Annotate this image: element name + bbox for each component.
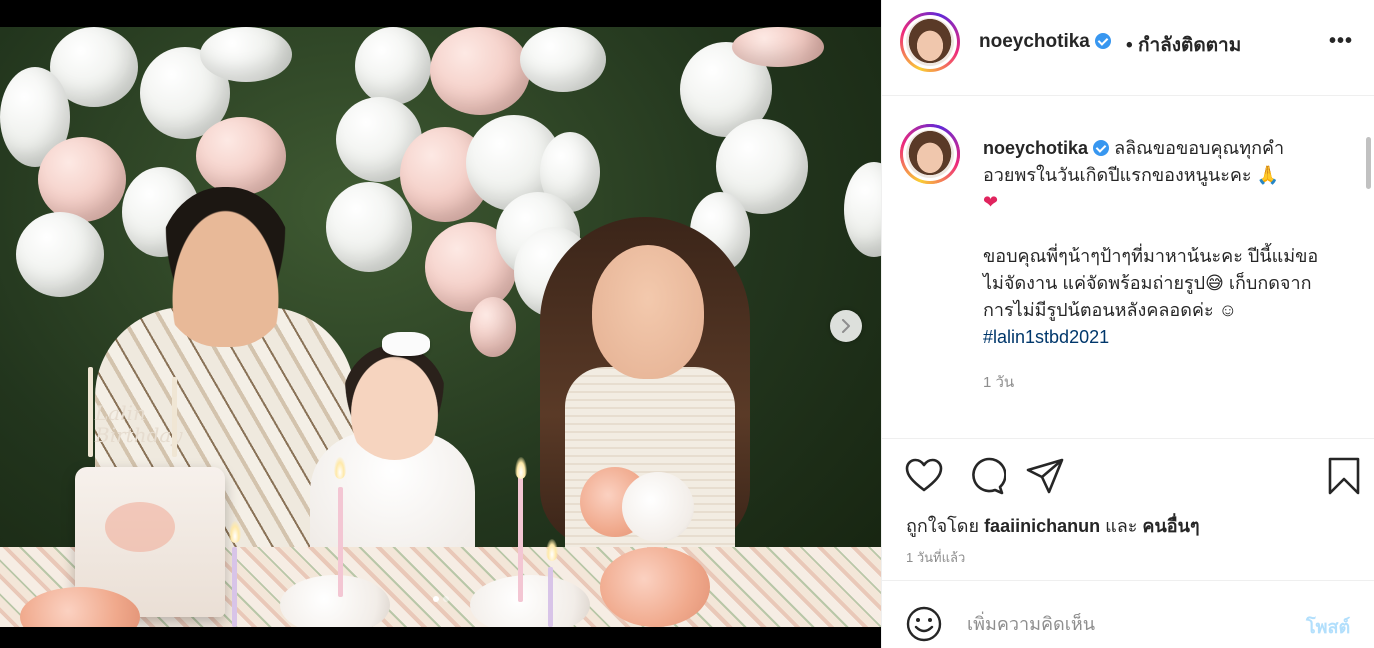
post-timestamp[interactable]: 1 วันที่แล้ว: [906, 547, 965, 568]
post-caption: noeychotika ลลิณขอขอบคุณทุกคำอวยพรในวันเ…: [983, 135, 1328, 351]
balloon: [16, 212, 104, 297]
candle: [88, 367, 93, 457]
balloon: [732, 27, 824, 67]
caption-age: 1 วัน: [983, 374, 1015, 391]
flower-bouquet: [600, 547, 710, 627]
candle: [172, 377, 177, 457]
candle: [232, 547, 237, 627]
heart-emoji: ❤: [983, 192, 999, 212]
balloon: [38, 137, 126, 222]
candle-flame: [334, 457, 346, 479]
candle-flame: [229, 521, 241, 543]
balloon: [520, 27, 606, 92]
smiley-icon: [906, 606, 942, 642]
liked-by-others-link[interactable]: คนอื่นๆ: [1142, 516, 1199, 536]
verified-badge-icon: [1093, 140, 1110, 156]
post-side-panel: noeychotika • กำลังติดตาม ••• noeychotik…: [881, 0, 1374, 648]
liked-by-summary: ถูกใจโดย faaiinichanun และ คนอื่นๆ: [906, 511, 1200, 540]
commenter-avatar[interactable]: [900, 124, 960, 184]
author-username-link[interactable]: noeychotika: [979, 31, 1112, 53]
balloon: [430, 27, 530, 115]
comment-button[interactable]: [966, 456, 1007, 496]
author-avatar[interactable]: [900, 12, 960, 72]
post-media: Lalin Birthday: [0, 0, 881, 648]
post-actions: ถูกใจโดย faaiinichanun และ คนอื่นๆ 1 วัน…: [882, 438, 1374, 581]
candle-flame: [546, 539, 558, 561]
caption-text-line2: ขอบคุณพี่ๆน้าๆป้าๆที่มาหาน้นะคะ ปีนี้แม่…: [983, 246, 1319, 320]
chevron-right-icon: [842, 319, 850, 333]
carousel-dot: [432, 596, 439, 602]
balloon: [196, 117, 286, 195]
heart-outline-icon: [905, 458, 943, 492]
woman-face: [592, 245, 704, 379]
caption-username-link[interactable]: noeychotika: [983, 138, 1088, 158]
liked-by-prefix: ถูกใจโดย: [906, 516, 980, 536]
separator-dot: •: [1126, 35, 1133, 56]
candle: [338, 487, 343, 597]
baby-head: [342, 345, 447, 460]
flower-bouquet: [622, 472, 694, 542]
more-options-icon[interactable]: •••: [1329, 30, 1353, 53]
emoji-picker-button[interactable]: [904, 604, 944, 644]
comments-scrollbar[interactable]: [1366, 137, 1371, 189]
comments-section: noeychotika ลลิณขอขอบคุณทุกคำอวยพรในวันเ…: [882, 97, 1374, 437]
following-label: กำลังติดตาม: [1137, 35, 1242, 56]
following-button[interactable]: • กำลังติดตาม: [1126, 30, 1241, 60]
comment-bubble-icon: [972, 457, 1007, 495]
username-text: noeychotika: [979, 31, 1090, 52]
verified-badge-icon: [1095, 33, 1112, 49]
comment-input[interactable]: [967, 608, 1297, 640]
carousel-dot: [442, 596, 449, 602]
candle-flame: [515, 457, 527, 479]
hashtag-link[interactable]: #lalin1stbd2021: [983, 327, 1109, 347]
baby-headband-bow: [382, 332, 430, 356]
liked-by-user-link[interactable]: faaiinichanun: [984, 516, 1100, 536]
post-header: noeychotika • กำลังติดตาม •••: [882, 0, 1374, 96]
save-button[interactable]: [1324, 456, 1364, 496]
candle: [518, 472, 523, 602]
cake-topper: Lalin Birthday: [95, 401, 183, 447]
carousel-next-button[interactable]: [830, 310, 862, 342]
comment-composer: โพสต์: [882, 582, 1374, 648]
bookmark-icon: [1328, 457, 1360, 495]
like-button[interactable]: [904, 456, 944, 496]
carousel-indicator: [0, 596, 881, 602]
balloon: [200, 27, 292, 82]
balloon: [470, 297, 516, 357]
share-button[interactable]: [1025, 456, 1065, 496]
liked-by-and: และ: [1105, 516, 1138, 536]
balloon: [355, 27, 431, 105]
post-photo[interactable]: Lalin Birthday: [0, 27, 881, 627]
paper-plane-icon: [1026, 458, 1064, 494]
balloon: [326, 182, 412, 272]
man-head: [158, 187, 293, 347]
balloon: [844, 162, 881, 257]
post-comment-button[interactable]: โพสต์: [1306, 612, 1350, 641]
